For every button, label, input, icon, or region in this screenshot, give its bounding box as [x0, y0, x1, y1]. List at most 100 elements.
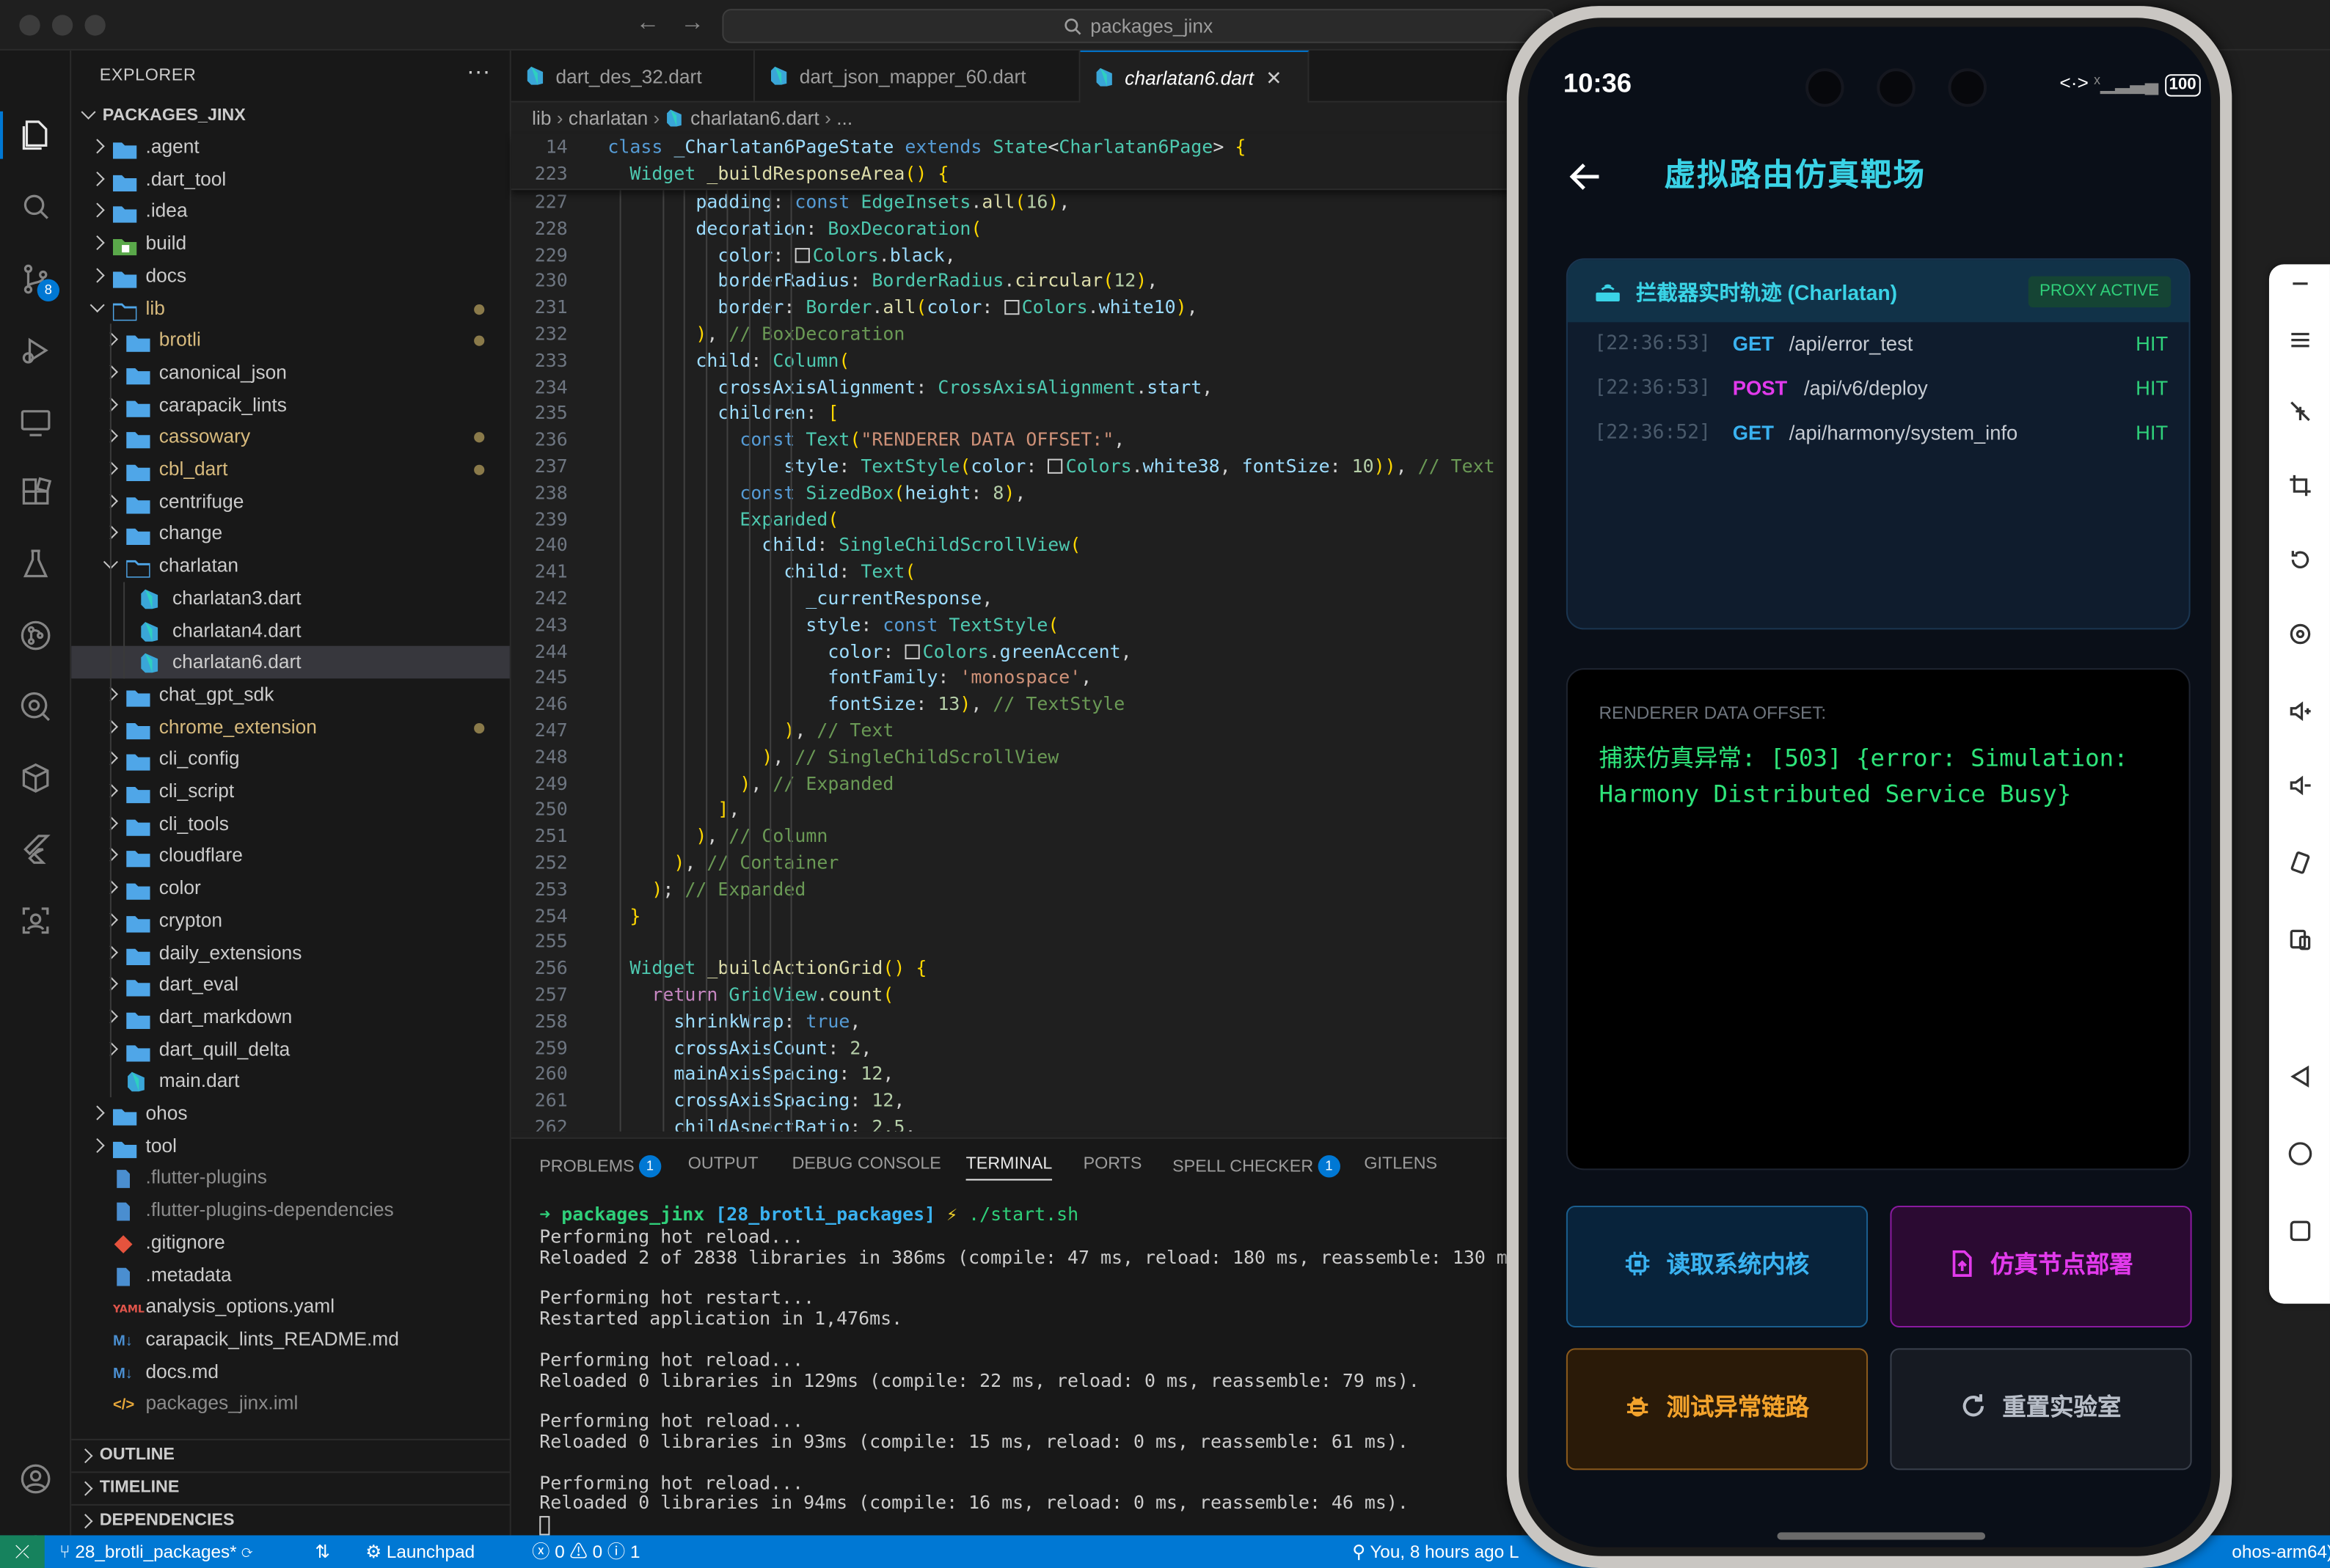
test-error-chain-button[interactable]: 测试异常链路: [1566, 1348, 1869, 1470]
git-blame-status[interactable]: ⚲ You, 8 hours ago L: [1352, 1535, 1519, 1568]
tree-item-brotli[interactable]: brotli: [71, 324, 510, 356]
breadcrumb-item[interactable]: ...: [836, 107, 852, 129]
close-tab-icon[interactable]: ✕: [1266, 67, 1282, 89]
tree-item-idea[interactable]: .idea: [71, 195, 510, 227]
tree-item-flutter-plugins[interactable]: .flutter-plugins: [71, 1162, 510, 1194]
back-arrow-icon[interactable]: [1566, 158, 1605, 197]
editor-tab[interactable]: charlatan6.dart ✕: [1080, 50, 1310, 103]
extensions-icon[interactable]: [18, 475, 54, 511]
sticky-line[interactable]: 223 Widget _buildResponseArea() {: [511, 161, 1522, 188]
request-log-row[interactable]: [22:36:53] POST/api/v6/deploy HIT: [1594, 373, 2168, 406]
tree-item-tool[interactable]: tool: [71, 1129, 510, 1162]
tree-item-dart-eval[interactable]: dart_eval: [71, 968, 510, 1000]
explorer-files-icon[interactable]: [18, 117, 54, 153]
panel-tab-gitlens[interactable]: GITLENS: [1364, 1155, 1437, 1173]
tree-item-flutter-plugins-dependencies[interactable]: .flutter-plugins-dependencies: [71, 1194, 510, 1226]
tree-item-analysis-options-yaml[interactable]: YAML analysis_options.yaml: [71, 1291, 510, 1323]
back-triangle-icon[interactable]: [2287, 1063, 2313, 1090]
read-kernel-button[interactable]: 读取系统内核: [1566, 1205, 1869, 1327]
tree-item-agent[interactable]: .agent: [71, 131, 510, 163]
deploy-node-button[interactable]: 仿真节点部署: [1890, 1205, 2192, 1327]
gitlens-icon[interactable]: [18, 618, 54, 653]
tree-item-cli-config[interactable]: cli_config: [71, 743, 510, 775]
request-log-row[interactable]: [22:36:53] GET/api/error_test HIT: [1594, 328, 2168, 361]
problems-status[interactable]: ⓧ 0 ⚠ 0 ⓘ 1: [532, 1535, 640, 1568]
home-circle-icon[interactable]: [2287, 1140, 2313, 1167]
editor-tab[interactable]: dart_json_mapper_60.dart: [755, 50, 1081, 103]
source-control-icon[interactable]: 8: [18, 261, 60, 301]
zoom-window-button[interactable]: [84, 15, 106, 36]
code-editor[interactable]: 227 padding: const EdgeInsets.all(16), 22…: [511, 133, 1522, 1132]
minimize-icon[interactable]: [2287, 270, 2313, 296]
tree-item-dart-quill-delta[interactable]: dart_quill_delta: [71, 1033, 510, 1065]
tree-item-dart-markdown[interactable]: dart_markdown: [71, 1000, 510, 1033]
tree-item-cbl-dart[interactable]: cbl_dart: [71, 453, 510, 486]
breadcrumb-item[interactable]: charlatan: [569, 107, 648, 129]
editor-tab[interactable]: dart_des_32.dart: [511, 50, 755, 103]
reset-lab-button[interactable]: 重置实验室: [1890, 1348, 2192, 1470]
no-touch-icon[interactable]: [2287, 398, 2313, 425]
home-indicator[interactable]: [1777, 1532, 1986, 1540]
workspace-root[interactable]: PACKAGES_JINX: [80, 104, 246, 125]
breadcrumb-item[interactable]: lib: [532, 107, 551, 129]
tree-item-charlatan3-dart[interactable]: charlatan3.dart: [71, 582, 510, 614]
tree-item-metadata[interactable]: .metadata: [71, 1259, 510, 1291]
tree-item-charlatan6-dart[interactable]: charlatan6.dart: [71, 646, 510, 678]
tree-item-packages-jinx-iml[interactable]: </> packages_jinx.iml: [71, 1388, 510, 1420]
tree-item-docs-md[interactable]: M↓ docs.md: [71, 1355, 510, 1388]
tree-item-dart-tool[interactable]: .dart_tool: [71, 163, 510, 195]
flutter-icon[interactable]: [18, 832, 54, 868]
search-icon[interactable]: [18, 190, 54, 226]
panel-tab-terminal[interactable]: TERMINAL: [965, 1155, 1053, 1181]
tree-item-carapacik-lints-readme-md[interactable]: M↓ carapacik_lints_README.md: [71, 1323, 510, 1355]
recents-square-icon[interactable]: [2287, 1217, 2313, 1244]
shake-icon[interactable]: [2287, 849, 2313, 876]
tree-item-daily-extensions[interactable]: daily_extensions: [71, 937, 510, 969]
multi-device-icon[interactable]: [2287, 926, 2313, 953]
panel-tab-spell-checker[interactable]: SPELL CHECKER 1: [1172, 1155, 1340, 1178]
sticky-scroll[interactable]: 14 class _Charlatan6PageState extends Sta…: [511, 133, 1522, 191]
back-arrow-icon[interactable]: ←: [636, 10, 681, 35]
more-actions-icon[interactable]: ···: [467, 59, 490, 86]
tree-item-canonical-json[interactable]: canonical_json: [71, 356, 510, 389]
panel-tab-ports[interactable]: PORTS: [1084, 1155, 1142, 1173]
sync-icon[interactable]: ⇅: [315, 1535, 329, 1568]
remote-explorer-icon[interactable]: [18, 404, 54, 440]
request-log-row[interactable]: [22:36:52] GET/api/harmony/system_info HIT: [1594, 417, 2168, 450]
tree-item-cli-tools[interactable]: cli_tools: [71, 807, 510, 840]
close-window-button[interactable]: [19, 15, 40, 36]
git-branch-status[interactable]: ⑂ 28_brotli_packages* ⟳: [59, 1535, 252, 1568]
tree-item-crypton[interactable]: crypton: [71, 904, 510, 937]
volume-down-icon[interactable]: [2287, 772, 2313, 799]
section-dependencies[interactable]: DEPENDENCIES: [71, 1503, 511, 1537]
camera-icon[interactable]: [2287, 620, 2313, 647]
section-timeline[interactable]: TIMELINE: [71, 1471, 511, 1504]
tree-item-chat-gpt-sdk[interactable]: chat_gpt_sdk: [71, 678, 510, 711]
rotate-icon[interactable]: [2287, 546, 2313, 573]
testing-flask-icon[interactable]: [18, 546, 54, 582]
tree-item-color[interactable]: color: [71, 872, 510, 904]
tree-item-charlatan4-dart[interactable]: charlatan4.dart: [71, 614, 510, 646]
menu-icon[interactable]: [2287, 326, 2313, 353]
tree-item-build[interactable]: build: [71, 227, 510, 260]
tree-item-centrifuge[interactable]: centrifuge: [71, 485, 510, 517]
crop-icon[interactable]: [2287, 472, 2313, 499]
containers-icon[interactable]: [18, 761, 54, 796]
tree-item-docs[interactable]: docs: [71, 260, 510, 292]
scan-icon[interactable]: [18, 903, 54, 939]
tree-item-charlatan[interactable]: charlatan: [71, 549, 510, 582]
device-status[interactable]: ohos-arm64): [2232, 1535, 2330, 1568]
tree-item-lib[interactable]: lib: [71, 292, 510, 324]
section-outline[interactable]: OUTLINE: [71, 1438, 511, 1472]
tree-item-chrome-extension[interactable]: chrome_extension: [71, 711, 510, 743]
tree-item-main-dart[interactable]: main.dart: [71, 1065, 510, 1097]
run-debug-icon[interactable]: [18, 333, 54, 369]
breadcrumb-item[interactable]: charlatan6.dart: [690, 107, 819, 129]
forward-arrow-icon[interactable]: →: [681, 10, 726, 35]
terminal-output[interactable]: Performing hot reload... Reloaded 2 of 28…: [539, 1227, 1541, 1514]
tree-item-cloudflare[interactable]: cloudflare: [71, 840, 510, 872]
tree-item-cassowary[interactable]: cassowary: [71, 421, 510, 453]
tree-item-change[interactable]: change: [71, 517, 510, 549]
tree-item-gitignore[interactable]: .gitignore: [71, 1226, 510, 1259]
command-center-search[interactable]: packages_jinx: [722, 9, 1555, 43]
